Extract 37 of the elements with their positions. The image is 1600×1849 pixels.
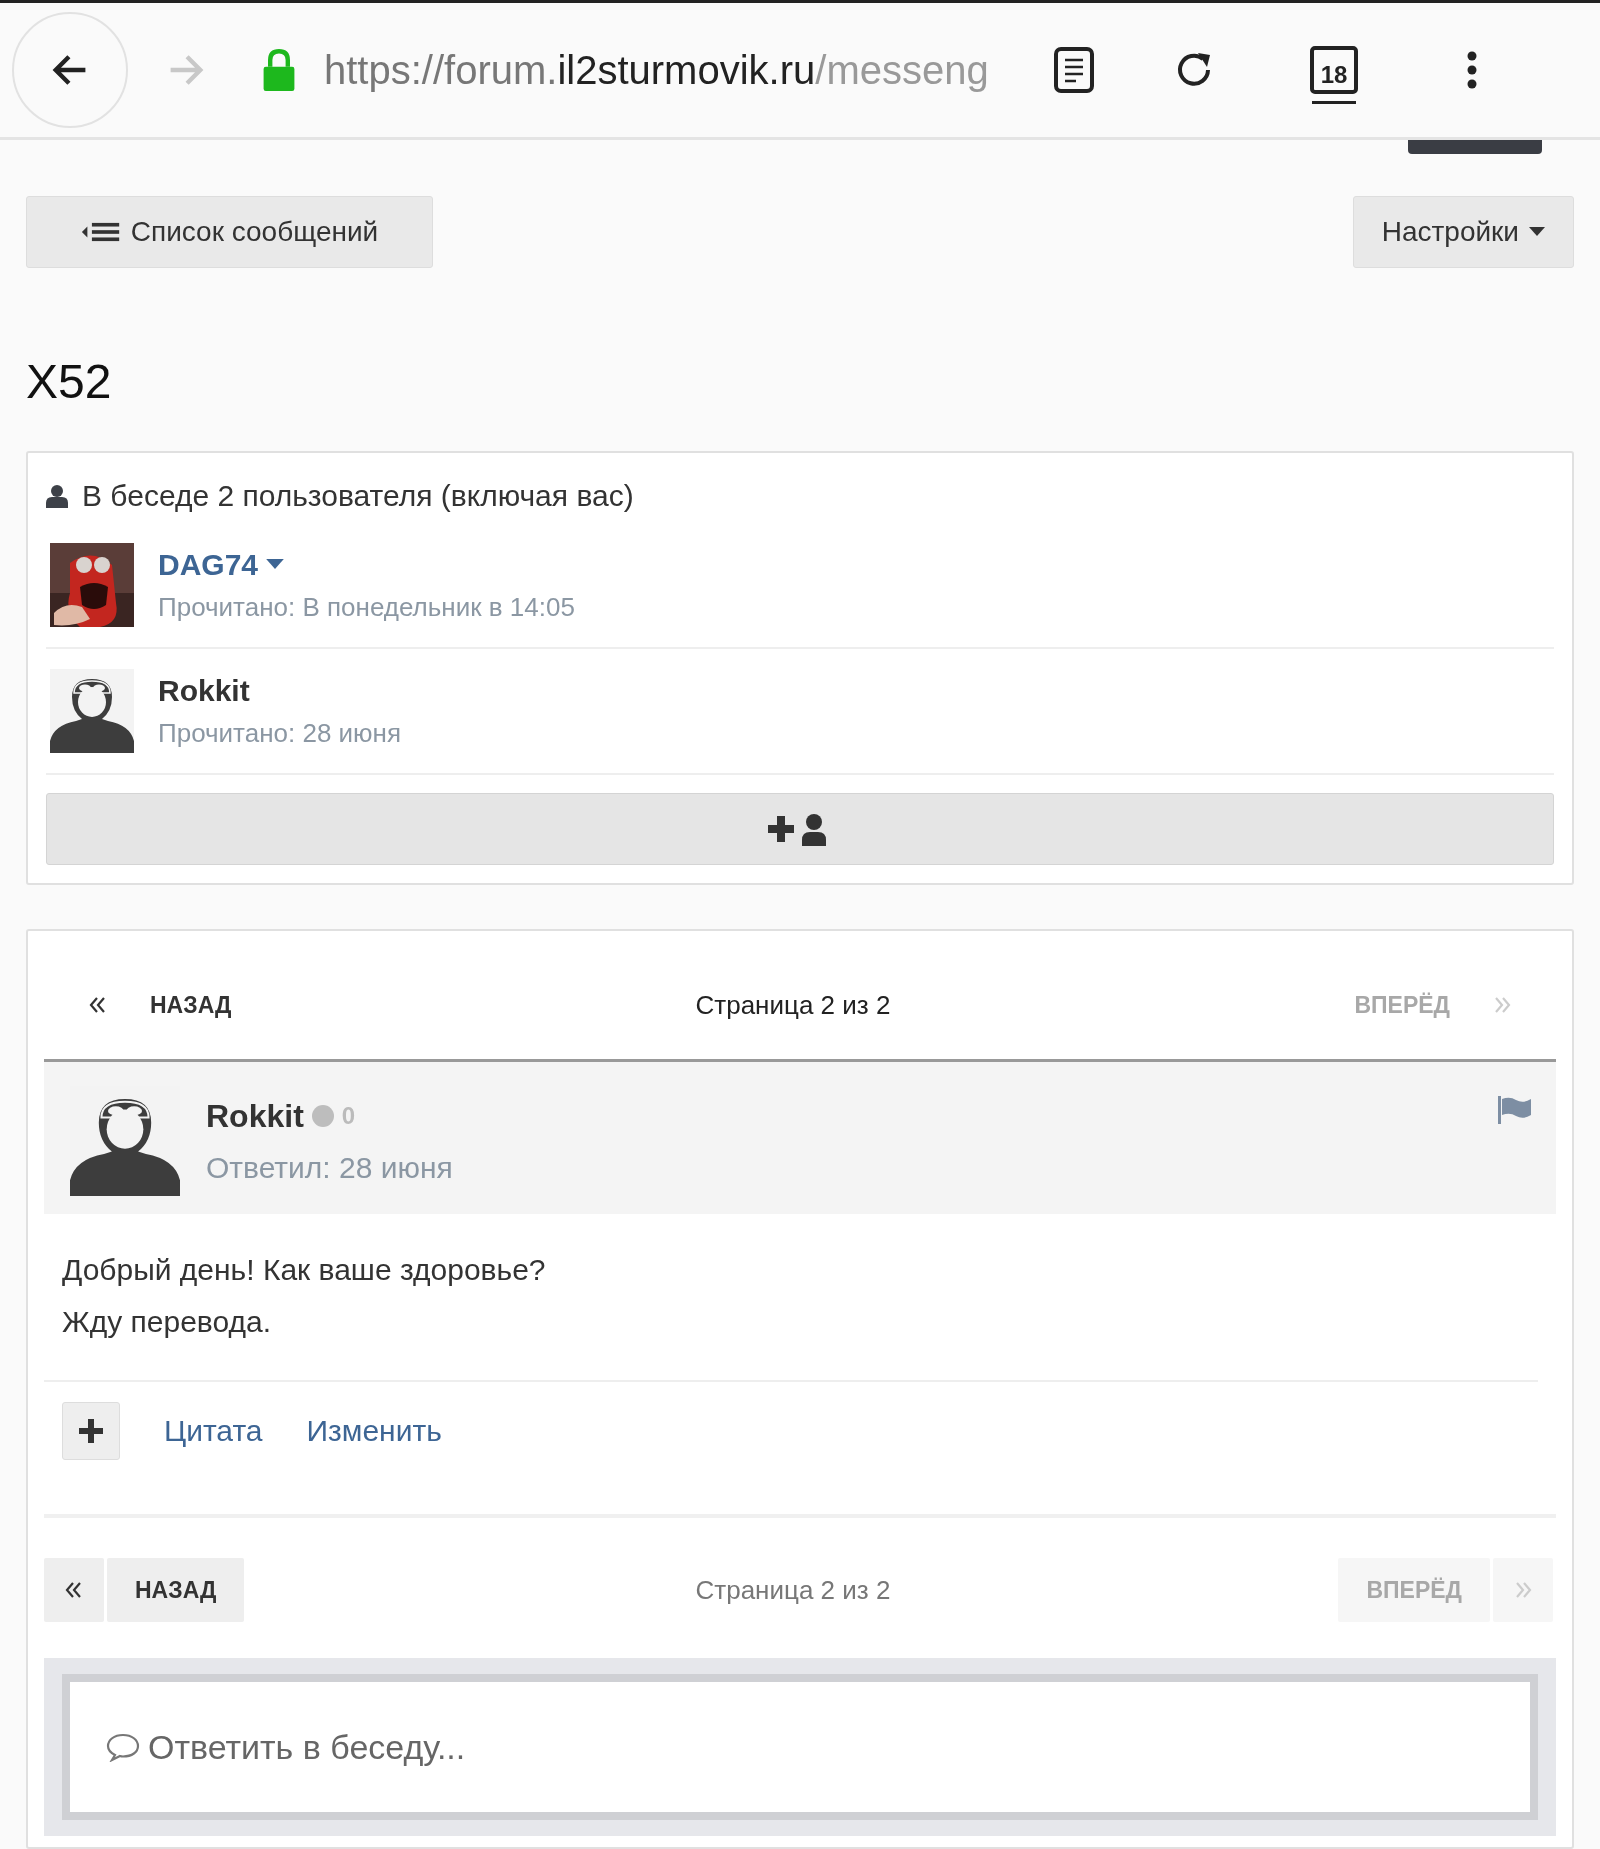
url-text[interactable]: https://forum.il2sturmovik.ru/messeng <box>324 47 1004 93</box>
participants-heading: В беседе 2 пользователя (включая вас) <box>82 479 634 513</box>
post-action-link[interactable]: Цитата <box>164 1414 263 1448</box>
lock-icon <box>262 48 296 92</box>
flag-icon[interactable] <box>1498 1096 1532 1124</box>
previous-page-button[interactable]: НАЗАД <box>122 951 260 1059</box>
reply-field[interactable]: Ответить в беседу... <box>62 1674 1538 1820</box>
read-status: Прочитано: 28 июня <box>158 717 402 749</box>
document-icon[interactable] <box>1054 47 1094 93</box>
post-date: Ответил: 28 июня <box>206 1150 454 1185</box>
user-name-link[interactable]: DAG74 <box>158 547 575 582</box>
message-line: Жду перевода. <box>62 1304 272 1340</box>
page-indicator: Страница 2 из 2 <box>694 989 892 1021</box>
message-list-button[interactable]: Список сообщений <box>26 196 433 268</box>
first-page-button[interactable] <box>44 1558 104 1622</box>
reputation-count: 0 <box>341 1102 356 1130</box>
status-dot-icon <box>311 1105 334 1127</box>
read-status: Прочитано: В понедельник в 14:05 <box>158 591 575 623</box>
user-name: Rokkit <box>158 673 251 708</box>
double-chevron-left-icon <box>64 1580 84 1600</box>
caret-down-icon <box>266 559 285 570</box>
plus-icon <box>79 1419 103 1443</box>
double-chevron-right-icon <box>1492 995 1512 1015</box>
speech-bubble-icon <box>106 1732 140 1762</box>
message-line: Добрый день! Как ваше здоровье? <box>62 1252 547 1288</box>
add-reaction-button[interactable] <box>62 1402 120 1460</box>
tab-count-button[interactable]: 18 <box>1310 46 1358 104</box>
double-chevron-left-icon <box>88 995 108 1015</box>
page-indicator: Страница 2 из 2 <box>694 1574 892 1606</box>
conversation-title: X52 <box>26 354 113 409</box>
previous-page-button[interactable]: НАЗАД <box>107 1558 245 1622</box>
double-chevron-right-icon <box>1513 1580 1533 1600</box>
settings-button[interactable]: Настройки <box>1352 196 1574 268</box>
user-icon <box>46 484 68 508</box>
caret-down-icon <box>1529 227 1545 237</box>
author-name[interactable]: Rokkit <box>206 1097 304 1135</box>
post-action-link[interactable]: Изменить <box>306 1414 442 1448</box>
